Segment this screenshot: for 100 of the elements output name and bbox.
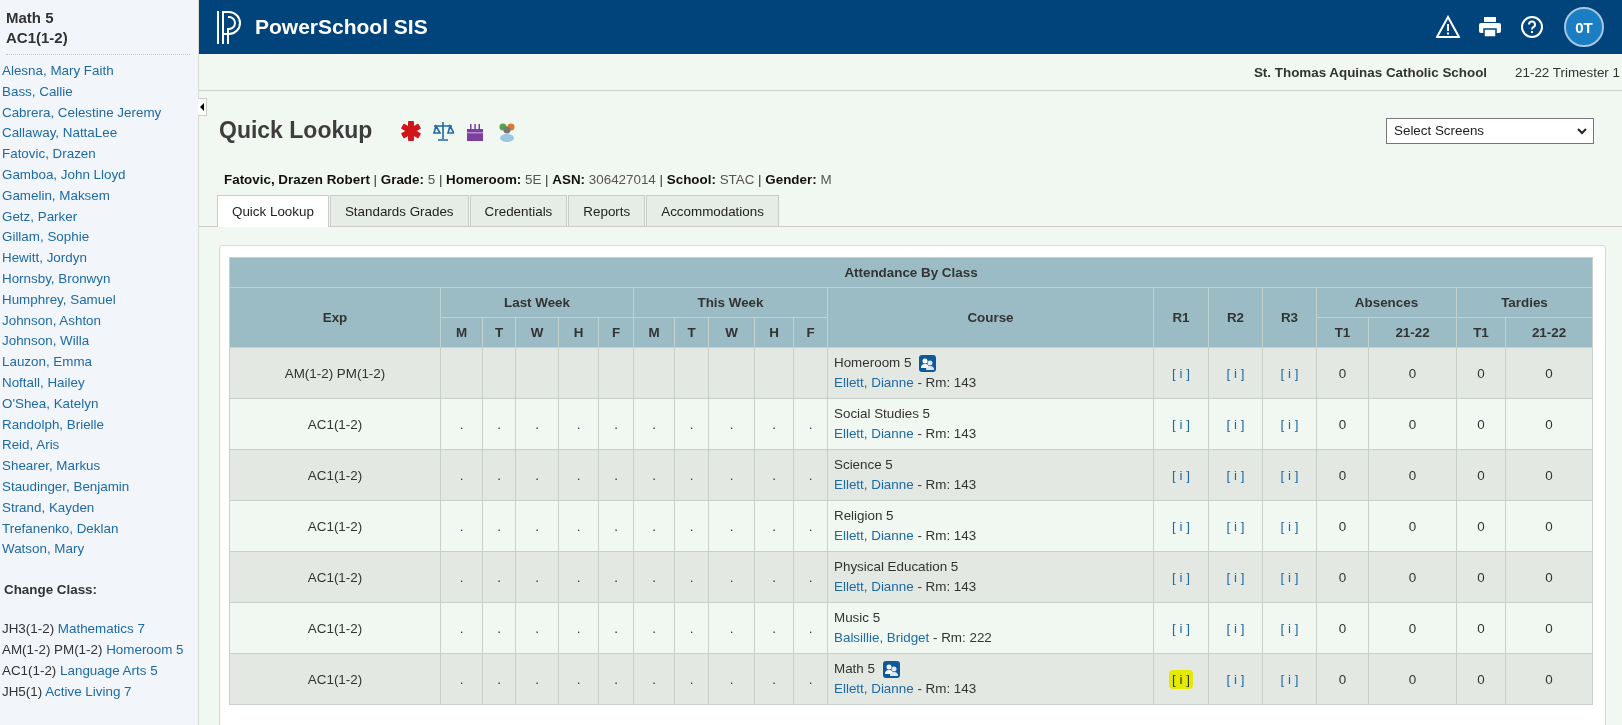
student-link[interactable]: Trefanenko, Deklan [2, 518, 198, 540]
info-link[interactable]: [ i ] [1169, 363, 1193, 383]
course-name: Homeroom 5 [834, 354, 912, 372]
teacher-link[interactable]: Ellett, Dianne [834, 528, 914, 543]
info-link[interactable]: [ i ] [1223, 516, 1248, 536]
student-link[interactable]: Watson, Mary [2, 539, 198, 561]
info-link[interactable]: [ i ] [1169, 465, 1193, 485]
info-link[interactable]: [ i ] [1277, 669, 1302, 689]
table-cell: . [633, 653, 675, 705]
student-link[interactable]: Gamboa, John Lloyd [2, 165, 198, 186]
tab[interactable]: Standards Grades [329, 195, 469, 226]
student-link[interactable]: Johnson, Ashton [2, 310, 198, 332]
info-link[interactable]: [ i ] [1223, 618, 1248, 638]
teacher-link[interactable]: Ellett, Dianne [834, 477, 914, 492]
help-icon[interactable] [1520, 15, 1544, 39]
user-avatar[interactable]: 0T [1564, 7, 1604, 47]
tab[interactable]: Accommodations [646, 195, 779, 226]
table-cell: . [633, 449, 675, 501]
student-link[interactable]: Lauzon, Emma [2, 352, 198, 373]
print-icon[interactable] [1478, 15, 1502, 39]
info-link[interactable]: [ i ] [1277, 567, 1302, 587]
student-link[interactable]: Noftall, Hailey [2, 372, 198, 394]
teacher-room: Ellett, Dianne - Rm: 143 [834, 680, 978, 698]
teacher-room: Ellett, Dianne - Rm: 143 [834, 476, 978, 494]
chevron-down-icon[interactable] [1577, 126, 1587, 135]
info-link[interactable]: [ i ] [1169, 516, 1193, 536]
table-cell: . [754, 602, 794, 654]
student-link[interactable]: Strand, Kayden [2, 497, 198, 519]
student-link[interactable]: Hornsby, Bronwyn [2, 268, 198, 290]
tab[interactable]: Quick Lookup [217, 195, 329, 227]
info-link[interactable]: [ i ] [1223, 465, 1248, 485]
student-link[interactable]: Reid, Aris [2, 435, 198, 457]
class-link[interactable]: Active Living 7 [45, 683, 132, 699]
student-link[interactable]: O'Shea, Katelyn [2, 393, 198, 415]
info-link[interactable]: [ i ] [1223, 669, 1248, 689]
column-header: T1 [1316, 317, 1369, 348]
table-cell: . [708, 602, 755, 654]
screens-select[interactable]: Select Screens [1386, 117, 1594, 144]
change-class-heading: Change Class: [4, 582, 98, 598]
student-link[interactable]: Bass, Callie [2, 81, 198, 103]
info-link[interactable]: [ i ] [1277, 363, 1302, 383]
student-link[interactable]: Shearer, Markus [2, 456, 198, 477]
student-link[interactable]: Getz, Parker [2, 206, 198, 228]
info-link[interactable]: [ i ] [1277, 465, 1302, 485]
teacher-link[interactable]: Ellett, Dianne [834, 426, 914, 441]
student-link[interactable]: Callaway, NattaLee [2, 123, 198, 145]
student-link[interactable]: Johnson, Willa [2, 331, 198, 353]
info-link[interactable]: [ i ] [1223, 567, 1248, 587]
tab[interactable]: Credentials [469, 195, 568, 226]
table-cell: . [708, 500, 755, 552]
table-cell: . [482, 398, 516, 450]
medical-star-icon[interactable] [400, 119, 423, 142]
column-header: Course [827, 287, 1154, 348]
class-code: JH3(1-2) [2, 621, 55, 637]
class-link[interactable]: Mathematics 7 [57, 621, 145, 637]
warning-icon[interactable] [1436, 15, 1460, 39]
student-link[interactable]: Hewitt, Jordyn [2, 248, 198, 269]
table-cell: 0 [1456, 398, 1506, 450]
tab[interactable]: Reports [568, 195, 646, 226]
student-link[interactable]: Randolph, Brielle [2, 414, 198, 436]
student-link[interactable]: Alesna, Mary Faith [2, 61, 198, 82]
table-cell: AC1(1-2) [229, 551, 441, 603]
teacher-link[interactable]: Balsillie, Bridget [834, 630, 930, 645]
group-icon[interactable] [919, 354, 937, 372]
info-link[interactable]: [ i ] [1277, 414, 1302, 434]
table-cell: . [708, 551, 755, 603]
class-link[interactable]: Homeroom 5 [106, 641, 184, 657]
table-cell: . [598, 653, 634, 705]
student-link[interactable]: Humphrey, Samuel [2, 289, 198, 311]
info-link[interactable]: [ i ] [1169, 669, 1193, 689]
collapse-handle[interactable] [198, 98, 207, 116]
table-cell: . [515, 551, 559, 603]
class-link[interactable]: Language Arts 5 [60, 662, 158, 678]
student-link[interactable]: Staudinger, Benjamin [2, 476, 198, 498]
table-cell: AC1(1-2) [229, 602, 441, 654]
info-link[interactable]: [ i ] [1223, 414, 1248, 434]
student-link[interactable]: Fatovic, Drazen [2, 144, 198, 165]
info-link[interactable]: [ i ] [1169, 618, 1193, 638]
info-link[interactable]: [ i ] [1223, 363, 1248, 383]
term-label: 21-22 Trimester 1 [1515, 64, 1620, 80]
school-name: St. Thomas Aquinas Catholic School [1253, 64, 1488, 80]
student-link[interactable]: Cabrera, Celestine Jeremy [2, 102, 198, 124]
scales-icon[interactable] [432, 119, 455, 142]
column-header: Tardies [1456, 287, 1593, 318]
group-icon[interactable] [882, 660, 900, 678]
class-code: AM(1-2) PM(1-2) [2, 641, 103, 657]
info-link[interactable]: [ i ] [1277, 516, 1302, 536]
table-cell: . [754, 398, 794, 450]
course-name: Science 5 [834, 456, 893, 474]
info-link[interactable]: [ i ] [1169, 567, 1193, 587]
student-link[interactable]: Gamelin, Maksem [2, 185, 198, 207]
table-cell: AC1(1-2) [229, 500, 441, 552]
table-cell: . [708, 449, 755, 501]
teacher-link[interactable]: Ellett, Dianne [834, 375, 914, 390]
teacher-link[interactable]: Ellett, Dianne [834, 681, 914, 696]
course-name: Physical Education 5 [834, 558, 959, 576]
student-link[interactable]: Gillam, Sophie [2, 227, 198, 249]
info-link[interactable]: [ i ] [1277, 618, 1302, 638]
teacher-link[interactable]: Ellett, Dianne [834, 579, 914, 594]
info-link[interactable]: [ i ] [1169, 414, 1193, 434]
